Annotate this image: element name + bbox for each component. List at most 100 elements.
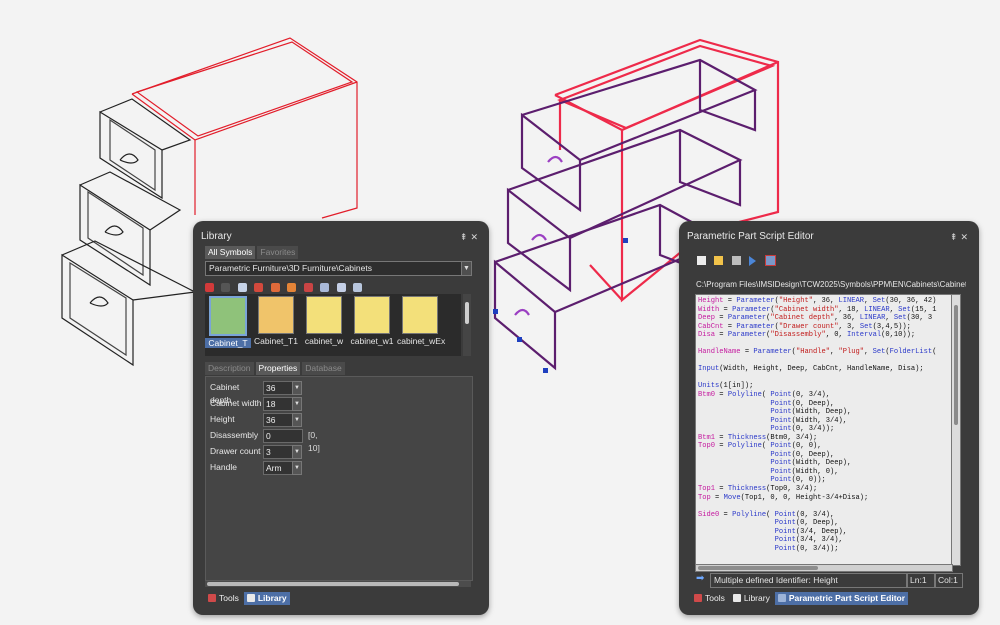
run-to-part-icon[interactable] [764, 255, 776, 267]
new-file-icon[interactable] [697, 256, 706, 266]
library-icon [732, 594, 741, 602]
thumbnail-cabinet-w1[interactable]: cabinet_w1 [349, 296, 395, 346]
status-message: Multiple defined Identifier: Height [710, 573, 907, 588]
tab-library[interactable]: Library [730, 592, 773, 605]
property-label: Drawer count [210, 446, 261, 456]
thumbnail-label: cabinet_w [304, 336, 344, 346]
code-vscrollbar[interactable] [951, 294, 961, 566]
tab-tools[interactable]: Tools [691, 592, 728, 605]
code-text[interactable]: Height = Parameter("Height", 36, LINEAR,… [698, 297, 952, 553]
tab-database[interactable]: Database [302, 362, 345, 375]
add-symbol-icon[interactable] [254, 283, 264, 293]
property-value-field[interactable]: 0 [263, 429, 303, 443]
close-icon[interactable]: ✕ [960, 232, 971, 242]
symbol-thumbnails: Cabinet_T Cabinet_T1 cabinet_w cabinet_w… [205, 294, 461, 356]
tools-icon [208, 594, 216, 602]
property-label: Handle [210, 462, 237, 472]
settings-icon[interactable] [353, 283, 363, 293]
library-tabs: All Symbols Favorites [205, 246, 300, 259]
folder-view-icon[interactable] [237, 283, 247, 293]
copy-symbol-icon[interactable] [287, 283, 297, 293]
thumbnail-label: cabinet_wEx [397, 336, 446, 346]
property-range: [0, 10] [308, 430, 320, 453]
code-hscrollbar[interactable] [695, 564, 953, 572]
tab-tools-label: Tools [219, 593, 239, 603]
library-icon [246, 594, 255, 602]
tab-library-label: Library [743, 593, 770, 603]
thumbnail-label: Cabinet_T1 [254, 336, 298, 346]
scrollbar-thumb[interactable] [954, 305, 958, 425]
property-label: Height [210, 414, 235, 424]
panel-controls[interactable]: ⇞✕ [950, 229, 971, 245]
scrollbar-thumb[interactable] [207, 582, 459, 586]
editor-title-bar: Parametric Part Script Editor ⇞✕ [687, 229, 971, 245]
tab-all-symbols[interactable]: All Symbols [205, 246, 256, 259]
property-value-field[interactable]: Arm [263, 461, 295, 475]
properties-hscrollbar[interactable] [205, 581, 471, 587]
stop-icon[interactable] [731, 256, 741, 266]
delete-symbol-icon[interactable] [303, 283, 313, 293]
thumbnail-label: Cabinet_T [205, 338, 251, 348]
chevron-down-icon[interactable]: ▼ [292, 381, 302, 395]
thumbnail-cabinet-t[interactable]: Cabinet_T [205, 296, 251, 348]
script-editor-icon [777, 594, 786, 602]
tab-library[interactable]: Library [243, 592, 290, 605]
selection-handles[interactable] [493, 238, 628, 373]
library-subtabs: Description Properties Database [205, 362, 347, 375]
cabinet-thumbnail-image [258, 296, 294, 334]
cabinet-thumbnail-image [402, 296, 438, 334]
tools-icon [694, 594, 702, 602]
chevron-down-icon[interactable]: ▼ [292, 461, 302, 475]
tab-favorites[interactable]: Favorites [257, 246, 299, 259]
property-value-field[interactable]: 36 [263, 413, 295, 427]
property-value-field[interactable]: 36 [263, 381, 295, 395]
pin-icon[interactable]: ⇞ [460, 232, 471, 242]
code-editor[interactable]: Height = Parameter("Height", 36, LINEAR,… [695, 294, 953, 566]
close-icon[interactable]: ✕ [470, 232, 481, 242]
scrollbar-thumb[interactable] [465, 302, 469, 324]
tab-tools[interactable]: Tools [205, 592, 242, 605]
tab-description[interactable]: Description [205, 362, 254, 375]
property-label: Disassembly [210, 430, 259, 440]
thumbnails-scrollbar[interactable] [463, 294, 471, 356]
tab-library-label: Library [257, 593, 287, 603]
forward-icon[interactable] [221, 283, 231, 293]
editor-title: Parametric Part Script Editor [687, 231, 814, 242]
panel-controls[interactable]: ⇞✕ [460, 229, 481, 245]
thumbnail-cabinet-t1[interactable]: Cabinet_T1 [253, 296, 299, 346]
cabinet-thumbnail-image [354, 296, 390, 334]
thumbnail-cabinet-w[interactable]: cabinet_w [301, 296, 347, 346]
script-file-path: C:\Program Files\IMSIDesign\TCW2025\Symb… [696, 280, 966, 289]
chevron-down-icon[interactable]: ▼ [292, 397, 302, 411]
pin-icon[interactable]: ⇞ [950, 232, 961, 242]
arrow-right-icon: ➡ [696, 573, 705, 584]
library-title-bar: Library ⇞✕ [201, 229, 481, 245]
chevron-down-icon[interactable]: ▼ [292, 445, 302, 459]
scrollbar-thumb[interactable] [698, 566, 818, 570]
chevron-down-icon[interactable]: ▼ [292, 413, 302, 427]
open-folder-icon[interactable] [714, 256, 724, 266]
back-icon[interactable] [205, 283, 214, 293]
edit-symbol-icon[interactable] [270, 283, 280, 293]
tree-view-icon[interactable] [336, 283, 346, 293]
library-panel: Library ⇞✕ All Symbols Favorites Parametr… [193, 221, 489, 615]
properties-icon[interactable] [320, 283, 330, 293]
properties-grid: Cabinet depth 36 ▼ Cabinet width 18 ▼ He… [205, 376, 473, 581]
property-value-field[interactable]: 3 [263, 445, 295, 459]
column-indicator: Col:1 [935, 573, 963, 588]
library-bottom-tabs: Tools Library [205, 592, 292, 605]
tab-script-editor-label: Parametric Part Script Editor [788, 593, 906, 603]
thumbnail-cabinet-wex[interactable]: cabinet_wEx [397, 296, 446, 346]
line-indicator: Ln:1 [907, 573, 935, 588]
thumbnail-label: cabinet_w1 [350, 336, 394, 346]
library-toolbar [205, 279, 365, 293]
library-title: Library [201, 231, 232, 242]
chevron-down-icon[interactable]: ▼ [461, 261, 472, 276]
script-editor-panel: Parametric Part Script Editor ⇞✕ C:\Prog… [679, 221, 979, 615]
tab-properties[interactable]: Properties [255, 362, 301, 375]
run-icon[interactable] [749, 255, 757, 266]
library-path-select[interactable]: Parametric Furniture\3D Furniture\Cabine… [205, 261, 466, 276]
tab-script-editor[interactable]: Parametric Part Script Editor [774, 592, 909, 605]
property-value-field[interactable]: 18 [263, 397, 295, 411]
tab-tools-label: Tools [705, 593, 725, 603]
